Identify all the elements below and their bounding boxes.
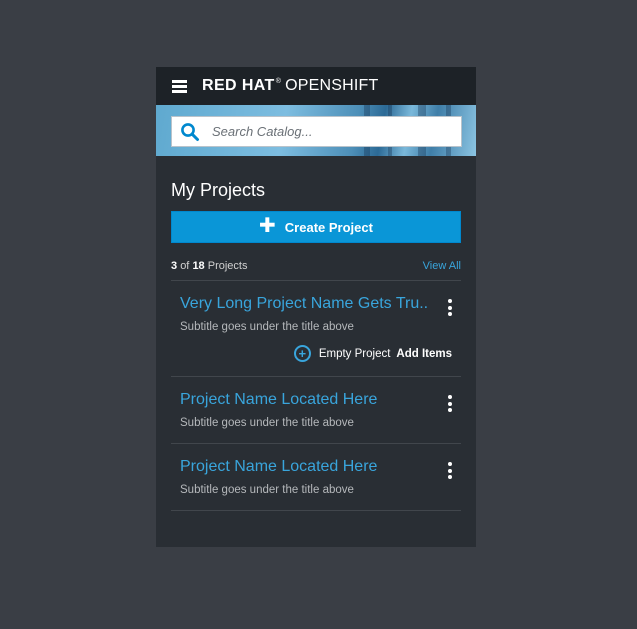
view-all-link[interactable]: View All [423,260,461,272]
kebab-icon[interactable] [447,299,453,316]
count-of: of [180,260,190,272]
brand-name: RED HAT [202,77,275,94]
count-total: 18 [192,260,205,272]
plus-icon: ✚ [259,215,276,237]
count-shown: 3 [171,260,178,272]
hamburger-icon[interactable] [172,79,187,93]
project-subtitle: Subtitle goes under the title above [180,321,354,333]
brand-product: OPENSHIFT [285,77,379,94]
masthead: RED HAT® OPENSHIFT [156,67,476,105]
search-input[interactable] [210,123,450,140]
search-banner [156,105,476,156]
brand-logo[interactable]: RED HAT® OPENSHIFT [202,77,378,95]
kebab-icon[interactable] [447,395,453,412]
project-list-item[interactable]: Project Name Located Here Subtitle goes … [171,377,461,444]
kebab-icon[interactable] [447,462,453,479]
add-circle-icon[interactable]: + [293,345,311,362]
projects-count: 3 of 18 Projects [171,260,248,272]
project-list-item[interactable]: Very Long Project Name Gets Tru.. Subtit… [171,281,461,377]
brand-registered-mark: ® [275,78,282,85]
add-items-link[interactable]: Add Items [396,348,452,360]
count-suffix: Projects [207,260,248,272]
create-project-label: Create Project [284,219,373,235]
project-title[interactable]: Very Long Project Name Gets Tru.. [180,295,442,313]
create-project-button[interactable]: ✚ Create Project [171,211,461,243]
project-subtitle: Subtitle goes under the title above [180,484,354,496]
projects-panel: My Projects ✚ Create Project 3 of 18 Pro… [156,180,476,511]
mobile-app-frame: RED HAT®OPENSHIFT My Projects ✚ Create P… [156,67,476,547]
search-box[interactable] [171,116,462,147]
search-icon[interactable] [180,122,200,142]
project-list-item[interactable]: Project Name Located Here Subtitle goes … [171,444,461,511]
project-subtitle: Subtitle goes under the title above [180,417,354,429]
section-title: My Projects [171,180,266,200]
empty-project-row: + Empty Project Add Items [180,345,452,362]
projects-count-row: 3 of 18 Projects View All [171,260,461,281]
empty-project-label: Empty Project [318,347,391,360]
project-title[interactable]: Project Name Located Here [180,391,442,409]
project-title[interactable]: Project Name Located Here [180,458,442,476]
